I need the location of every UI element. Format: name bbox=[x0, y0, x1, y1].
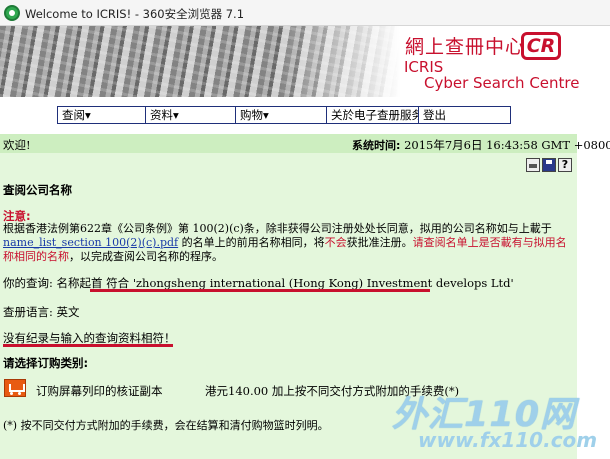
welcome-text: 欢迎! bbox=[3, 138, 31, 152]
banner-subtitle: Cyber Search Centre bbox=[424, 74, 580, 92]
notice-paragraph: 根据香港法例第622章《公司条例》第 100(2)(c)条，除非获得公司注册处处… bbox=[3, 222, 575, 264]
banner-chinese-title: 網上查冊中心 bbox=[405, 36, 526, 58]
name-list-pdf-link[interactable]: name_list_section 100(2)(c).pdf bbox=[3, 236, 178, 249]
notice-emphasis: 不会 bbox=[324, 236, 347, 249]
system-time: 系统时间: 2015年7月6日 16:43:58 GMT +0800 bbox=[352, 137, 610, 153]
main-menu-bar: 查阅▾ 资料▾ 购物▾ 关於电子查册服务 登出 bbox=[57, 106, 511, 124]
cr-logo-icon: CR bbox=[521, 32, 561, 60]
menu-about-service[interactable]: 关於电子查册服务 bbox=[327, 107, 419, 123]
fee-footnote: (*) 按不同交付方式附加的手续费，会在结算和清付购物篮时列明。 bbox=[3, 419, 329, 432]
system-time-label: 系统时间: bbox=[352, 139, 401, 152]
result-underline bbox=[3, 344, 173, 347]
page-title: 查阅公司名称 bbox=[3, 183, 72, 197]
menu-shopping[interactable]: 购物▾ bbox=[236, 107, 327, 123]
order-item-label[interactable]: 订购屏幕列印的核证副本 bbox=[36, 383, 163, 399]
browser-title-bar: Welcome to ICRIS! - 360安全浏览器 7.1 bbox=[0, 0, 610, 26]
notice-text-2: 的名单上的前用名称相同，将 bbox=[178, 236, 325, 249]
banner-photo-texture bbox=[0, 26, 400, 97]
notice-text-3: 获批准注册。 bbox=[346, 236, 413, 249]
site-banner: 網上查冊中心 CR ICRIS Cyber Search Centre bbox=[0, 26, 610, 97]
watermark-url: www.fx110.com bbox=[418, 428, 598, 452]
print-icon[interactable] bbox=[526, 158, 540, 172]
page-tools: ? bbox=[526, 158, 572, 172]
search-language: 查册语言: 英文 bbox=[3, 305, 80, 319]
help-icon[interactable]: ? bbox=[558, 158, 572, 172]
browser-logo-icon bbox=[4, 5, 20, 21]
shopping-cart-icon[interactable] bbox=[4, 379, 26, 397]
system-time-value: 2015年7月6日 16:43:58 GMT +0800 bbox=[404, 138, 610, 152]
status-row: 欢迎! 系统时间: 2015年7月6日 16:43:58 GMT +0800 bbox=[0, 134, 610, 153]
notice-text-4: ，以完成查阅公司名称的程序。 bbox=[69, 250, 223, 263]
window-title: Welcome to ICRIS! - 360安全浏览器 7.1 bbox=[25, 7, 245, 21]
query-underline bbox=[90, 289, 430, 292]
menu-logout[interactable]: 登出 bbox=[419, 107, 510, 123]
save-icon[interactable] bbox=[542, 158, 556, 172]
notice-text-1: 根据香港法例第622章《公司条例》第 100(2)(c)条，除非获得公司注册处处… bbox=[3, 222, 552, 235]
menu-search[interactable]: 查阅▾ bbox=[58, 107, 146, 123]
menu-information[interactable]: 资料▾ bbox=[146, 107, 236, 123]
order-type-label: 请选择订购类别: bbox=[3, 356, 89, 370]
